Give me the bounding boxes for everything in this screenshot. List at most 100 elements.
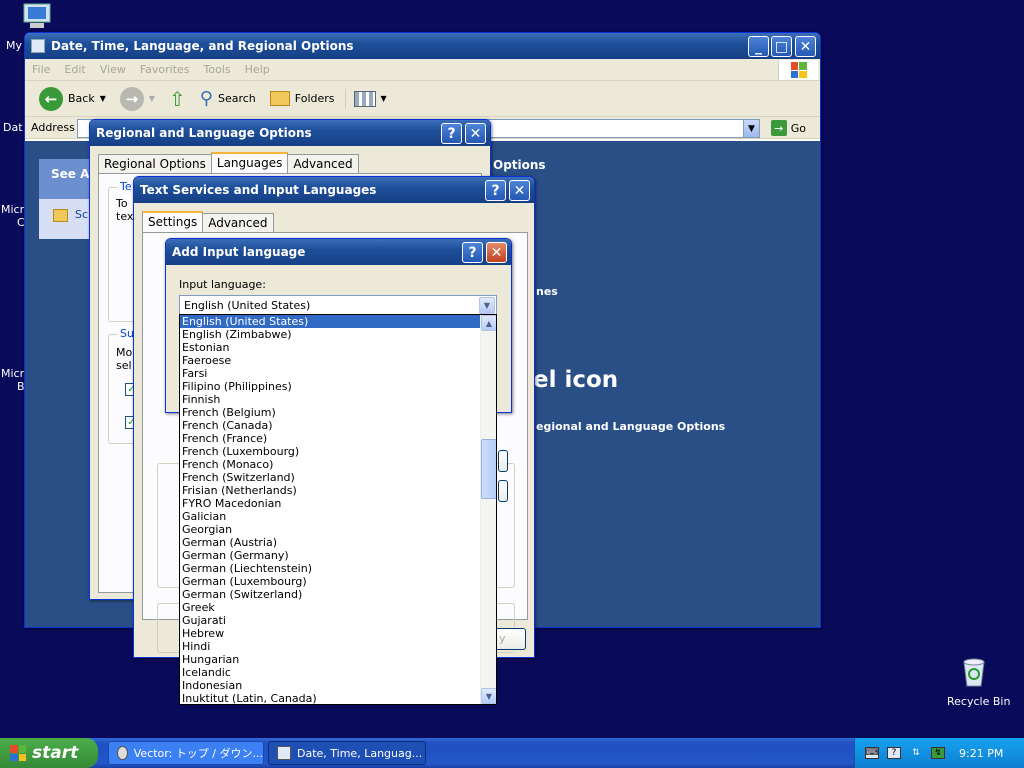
up-folder-button[interactable]: ⇧ (165, 85, 190, 113)
language-option[interactable]: Georgian (180, 523, 481, 536)
taskbar-item-date-time[interactable]: Date, Time, Languag... (268, 741, 426, 765)
close-button[interactable]: ✕ (465, 123, 486, 144)
address-dropdown-button[interactable]: ▼ (743, 119, 760, 138)
language-option[interactable]: English (Zimbabwe) (180, 328, 481, 341)
address-label: Address (31, 121, 75, 134)
section-heading: Options (493, 158, 546, 172)
views-button[interactable]: ▼ (344, 88, 391, 109)
back-label: Back (68, 92, 95, 105)
minimize-button[interactable]: _ (748, 36, 769, 57)
dropdown-scrollbar[interactable]: ▲ ▼ (480, 315, 496, 704)
regional-titlebar[interactable]: Regional and Language Options ? ✕ (90, 120, 490, 146)
taskbar-item-vector[interactable]: Vector: トップ / ダウン... (108, 741, 264, 765)
language-option[interactable]: German (Switzerland) (180, 588, 481, 601)
language-option[interactable]: French (Switzerland) (180, 471, 481, 484)
menu-file[interactable]: File (25, 63, 57, 76)
folder-icon (53, 209, 68, 222)
language-list: English (United States) English (Zimbabwe… (180, 315, 481, 704)
language-option[interactable]: Indonesian (180, 679, 481, 692)
add-button[interactable] (498, 450, 508, 472)
pick-icon-heading: el icon (533, 367, 619, 393)
close-button[interactable]: ✕ (795, 36, 816, 57)
menu-favorites[interactable]: Favorites (133, 63, 197, 76)
network-icon[interactable]: ⇅ (909, 747, 923, 759)
language-option[interactable]: Hungarian (180, 653, 481, 666)
language-option[interactable]: French (Luxembourg) (180, 445, 481, 458)
close-button[interactable]: ✕ (486, 242, 507, 263)
help-button[interactable]: ? (485, 180, 506, 201)
chevron-down-icon[interactable]: ▼ (100, 94, 106, 103)
menu-tools[interactable]: Tools (197, 63, 238, 76)
chevron-down-icon[interactable]: ▼ (149, 94, 155, 103)
regional-options-link[interactable]: egional and Language Options (536, 420, 725, 433)
menu-help[interactable]: Help (238, 63, 277, 76)
apply-fragment: y (499, 632, 506, 645)
language-option[interactable]: FYRO Macedonian (180, 497, 481, 510)
search-icon: ⚲ (199, 88, 213, 109)
help-button[interactable]: ? (462, 242, 483, 263)
views-icon (353, 90, 376, 107)
recycle-bin-icon[interactable] (944, 656, 1004, 688)
text-services-titlebar[interactable]: Text Services and Input Languages ? ✕ (134, 177, 534, 203)
input-language-label: Input language: (179, 278, 266, 291)
language-option[interactable]: Faeroese (180, 354, 481, 367)
language-option[interactable]: Greek (180, 601, 481, 614)
safely-remove-icon[interactable]: ↯ (931, 747, 945, 759)
language-option[interactable]: French (Canada) (180, 419, 481, 432)
forward-button[interactable]: → ▼ (116, 85, 159, 113)
language-option[interactable]: French (France) (180, 432, 481, 445)
scroll-down-arrow-icon[interactable]: ▼ (481, 688, 496, 704)
group-text: To (116, 197, 128, 210)
language-option[interactable]: Galician (180, 510, 481, 523)
chevron-down-icon[interactable]: ▼ (381, 94, 387, 103)
language-option[interactable]: Estonian (180, 341, 481, 354)
language-option[interactable]: Frisian (Netherlands) (180, 484, 481, 497)
close-button[interactable]: ✕ (509, 180, 530, 201)
my-computer-icon[interactable] (20, 2, 54, 30)
start-button[interactable]: start (0, 738, 98, 768)
language-option[interactable]: German (Austria) (180, 536, 481, 549)
remove-button[interactable] (498, 480, 508, 502)
language-option[interactable]: Farsi (180, 367, 481, 380)
go-button[interactable]: → Go (770, 120, 806, 136)
language-option[interactable]: Finnish (180, 393, 481, 406)
back-button[interactable]: ← Back ▼ (35, 85, 110, 113)
taskbar: start Vector: トップ / ダウン... Date, Time, L… (0, 738, 1024, 768)
language-option[interactable]: Hebrew (180, 627, 481, 640)
help-button[interactable]: ? (441, 123, 462, 144)
language-option[interactable]: Gujarati (180, 614, 481, 627)
tab-languages[interactable]: Languages (210, 152, 289, 174)
system-tray: ⌨ ? ⇅ ↯ 9:21 PM (854, 738, 1024, 768)
menu-view[interactable]: View (93, 63, 133, 76)
chevron-down-icon[interactable]: ▼ (479, 297, 495, 314)
search-button[interactable]: ⚲ Search (196, 86, 260, 111)
folders-button[interactable]: Folders (266, 89, 339, 108)
scroll-up-arrow-icon[interactable]: ▲ (481, 315, 496, 331)
language-option[interactable]: English (United States) (180, 315, 481, 328)
language-option[interactable]: Hindi (180, 640, 481, 653)
text-services-title: Text Services and Input Languages (140, 183, 377, 197)
language-option[interactable]: French (Belgium) (180, 406, 481, 419)
taskbar-item-label: Date, Time, Languag... (297, 746, 423, 760)
language-option[interactable]: Icelandic (180, 666, 481, 679)
add-language-titlebar[interactable]: Add Input language ? ✕ (166, 239, 511, 265)
windows-logo-icon (10, 745, 26, 761)
up-folder-icon: ⇧ (169, 86, 186, 111)
language-option[interactable]: German (Germany) (180, 549, 481, 562)
tab-settings[interactable]: Settings (142, 211, 204, 233)
language-option[interactable]: German (Liechtenstein) (180, 562, 481, 575)
help-icon[interactable]: ? (887, 747, 901, 759)
explorer-titlebar[interactable]: Date, Time, Language, and Regional Optio… (25, 33, 820, 59)
input-language-select[interactable]: English (United States) ▼ (179, 295, 497, 316)
maximize-button[interactable]: □ (771, 36, 792, 57)
taskbar-item-label: Vector: トップ / ダウン... (133, 747, 263, 760)
menu-edit[interactable]: Edit (57, 63, 92, 76)
language-option[interactable]: Inuktitut (Latin, Canada) (180, 692, 481, 704)
scroll-thumb[interactable] (481, 439, 496, 499)
language-option[interactable]: German (Luxembourg) (180, 575, 481, 588)
language-option[interactable]: French (Monaco) (180, 458, 481, 471)
keyboard-icon[interactable]: ⌨ (865, 747, 879, 759)
desktop-label: Dat (3, 121, 23, 134)
input-language-dropdown-list[interactable]: English (United States) English (Zimbabwe… (179, 314, 497, 705)
language-option[interactable]: Filipino (Philippines) (180, 380, 481, 393)
